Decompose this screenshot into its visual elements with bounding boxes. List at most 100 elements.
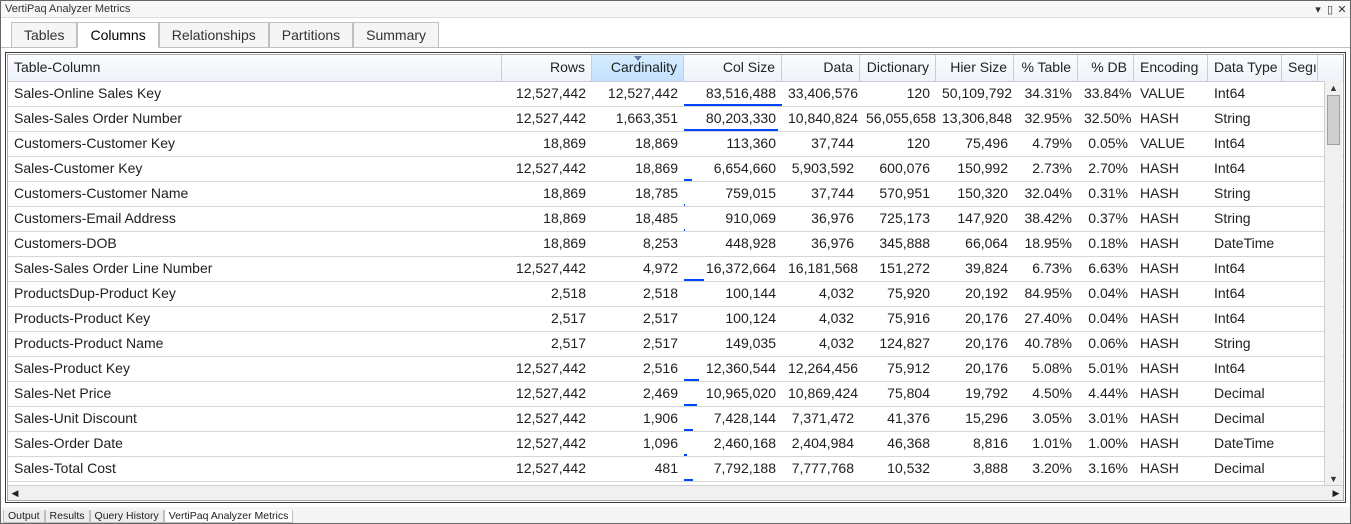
grid-container: Table-Column Rows Cardinality Col Size D… bbox=[7, 54, 1344, 501]
grid-body[interactable]: Sales-Online Sales Key12,527,44212,527,4… bbox=[8, 82, 1343, 500]
col-header-datatype[interactable]: Data Type bbox=[1208, 55, 1282, 81]
table-row[interactable]: Sales-Product Key12,527,4422,51612,360,5… bbox=[8, 357, 1343, 382]
scroll-thumb-v[interactable] bbox=[1327, 95, 1340, 145]
horizontal-scrollbar[interactable]: ◀ ▶ bbox=[8, 485, 1343, 500]
table-row[interactable]: Customers-Email Address18,86918,485910,0… bbox=[8, 207, 1343, 232]
table-row[interactable]: Customers-Customer Key18,86918,869113,36… bbox=[8, 132, 1343, 157]
cell-dtype: Int64 bbox=[1208, 82, 1282, 106]
cell-tablecol: Sales-Order Date bbox=[8, 432, 502, 456]
btab-results[interactable]: Results bbox=[45, 510, 90, 523]
cell-data: 10,869,424 bbox=[782, 382, 860, 406]
cell-ptable: 4.79% bbox=[1014, 132, 1078, 156]
cell-hier: 75,496 bbox=[936, 132, 1014, 156]
vertical-scrollbar[interactable]: ▲ ▼ bbox=[1324, 81, 1342, 486]
cell-pdb: 4.44% bbox=[1078, 382, 1134, 406]
cell-ptable: 27.40% bbox=[1014, 307, 1078, 331]
table-row[interactable]: Sales-Online Sales Key12,527,44212,527,4… bbox=[8, 82, 1343, 107]
col-header-cardinality[interactable]: Cardinality bbox=[592, 55, 684, 81]
cell-pdb: 0.05% bbox=[1078, 132, 1134, 156]
col-header-rows[interactable]: Rows bbox=[502, 55, 592, 81]
cell-enc: HASH bbox=[1134, 207, 1208, 231]
cell-ptable: 32.04% bbox=[1014, 182, 1078, 206]
cell-data: 4,032 bbox=[782, 332, 860, 356]
scroll-up-icon[interactable]: ▲ bbox=[1325, 81, 1342, 95]
table-row[interactable]: Sales-Unit Discount12,527,4421,9067,428,… bbox=[8, 407, 1343, 432]
cell-rows: 12,527,442 bbox=[502, 382, 592, 406]
table-row[interactable]: Sales-Order Date12,527,4421,0962,460,168… bbox=[8, 432, 1343, 457]
cell-card: 1,096 bbox=[592, 432, 684, 456]
scroll-down-icon[interactable]: ▼ bbox=[1325, 472, 1342, 486]
table-row[interactable]: Sales-Customer Key12,527,44218,8696,654,… bbox=[8, 157, 1343, 182]
col-header-pct-table[interactable]: % Table bbox=[1014, 55, 1078, 81]
scroll-left-icon[interactable]: ◀ bbox=[8, 486, 22, 500]
cell-hier: 39,824 bbox=[936, 257, 1014, 281]
btab-vertipaq[interactable]: VertiPaq Analyzer Metrics bbox=[164, 510, 294, 523]
cell-colsize: 910,069 bbox=[684, 207, 782, 231]
cell-tablecol: Customers-Email Address bbox=[8, 207, 502, 231]
cell-rows: 2,517 bbox=[502, 332, 592, 356]
table-row[interactable]: Customers-Customer Name18,86918,785759,0… bbox=[8, 182, 1343, 207]
cell-card: 2,518 bbox=[592, 282, 684, 306]
table-row[interactable]: Sales-Sales Order Number12,527,4421,663,… bbox=[8, 107, 1343, 132]
cell-card: 1,906 bbox=[592, 407, 684, 431]
cell-enc: HASH bbox=[1134, 282, 1208, 306]
cell-tablecol: Customers-Customer Name bbox=[8, 182, 502, 206]
table-row[interactable]: Products-Product Key2,5172,517100,1244,0… bbox=[8, 307, 1343, 332]
cell-enc: VALUE bbox=[1134, 132, 1208, 156]
cell-data: 4,032 bbox=[782, 282, 860, 306]
cell-colsize: 448,928 bbox=[684, 232, 782, 256]
cell-hier: 20,176 bbox=[936, 332, 1014, 356]
col-header-pct-db[interactable]: % DB bbox=[1078, 55, 1134, 81]
cell-dict: 600,076 bbox=[860, 157, 936, 181]
cell-card: 2,517 bbox=[592, 332, 684, 356]
cell-hier: 150,320 bbox=[936, 182, 1014, 206]
table-row[interactable]: Customers-DOB18,8698,253448,92836,976345… bbox=[8, 232, 1343, 257]
cell-hier: 50,109,792 bbox=[936, 82, 1014, 106]
pin-icon[interactable]: ▯ bbox=[1324, 3, 1336, 16]
col-header-dictionary[interactable]: Dictionary bbox=[860, 55, 936, 81]
col-header-segments[interactable]: Segı bbox=[1282, 55, 1318, 81]
databar bbox=[684, 229, 685, 231]
cell-dict: 151,272 bbox=[860, 257, 936, 281]
databar bbox=[684, 279, 704, 281]
cell-dtype: String bbox=[1208, 182, 1282, 206]
tab-relationships[interactable]: Relationships bbox=[159, 22, 269, 47]
cell-card: 8,253 bbox=[592, 232, 684, 256]
scroll-right-icon[interactable]: ▶ bbox=[1329, 486, 1343, 500]
col-header-colsize[interactable]: Col Size bbox=[684, 55, 782, 81]
tab-partitions[interactable]: Partitions bbox=[269, 22, 353, 47]
table-row[interactable]: Sales-Sales Order Line Number12,527,4424… bbox=[8, 257, 1343, 282]
col-header-tablecolumn[interactable]: Table-Column bbox=[8, 55, 502, 81]
col-header-encoding[interactable]: Encoding bbox=[1134, 55, 1208, 81]
cell-colsize: 16,372,664 bbox=[684, 257, 782, 281]
cell-rows: 12,527,442 bbox=[502, 107, 592, 131]
cell-colsize: 7,792,188 bbox=[684, 457, 782, 481]
col-header-data[interactable]: Data bbox=[782, 55, 860, 81]
cell-hier: 19,792 bbox=[936, 382, 1014, 406]
close-icon[interactable]: ✕ bbox=[1336, 3, 1348, 16]
col-header-hiersize[interactable]: Hier Size bbox=[936, 55, 1014, 81]
cell-card: 2,469 bbox=[592, 382, 684, 406]
tab-columns[interactable]: Columns bbox=[77, 22, 158, 48]
top-tab-strip: Tables Columns Relationships Partitions … bbox=[1, 18, 1350, 48]
tab-summary[interactable]: Summary bbox=[353, 22, 439, 47]
cell-dict: 75,912 bbox=[860, 357, 936, 381]
cell-rows: 18,869 bbox=[502, 132, 592, 156]
cell-tablecol: Sales-Unit Discount bbox=[8, 407, 502, 431]
cell-tablecol: Customers-Customer Key bbox=[8, 132, 502, 156]
cell-dtype: Decimal bbox=[1208, 382, 1282, 406]
btab-output[interactable]: Output bbox=[3, 510, 45, 523]
cell-rows: 18,869 bbox=[502, 232, 592, 256]
cell-rows: 2,518 bbox=[502, 282, 592, 306]
table-row[interactable]: Sales-Net Price12,527,4422,46910,965,020… bbox=[8, 382, 1343, 407]
table-row[interactable]: Products-Product Name2,5172,517149,0354,… bbox=[8, 332, 1343, 357]
table-row[interactable]: Sales-Total Cost12,527,4424817,792,1887,… bbox=[8, 457, 1343, 482]
cell-dtype: Int64 bbox=[1208, 282, 1282, 306]
btab-query-history[interactable]: Query History bbox=[90, 510, 164, 523]
cell-hier: 66,064 bbox=[936, 232, 1014, 256]
cell-enc: HASH bbox=[1134, 332, 1208, 356]
cell-enc: HASH bbox=[1134, 457, 1208, 481]
tab-tables[interactable]: Tables bbox=[11, 22, 77, 47]
dropdown-icon[interactable]: ▾ bbox=[1312, 3, 1324, 16]
table-row[interactable]: ProductsDup-Product Key2,5182,518100,144… bbox=[8, 282, 1343, 307]
